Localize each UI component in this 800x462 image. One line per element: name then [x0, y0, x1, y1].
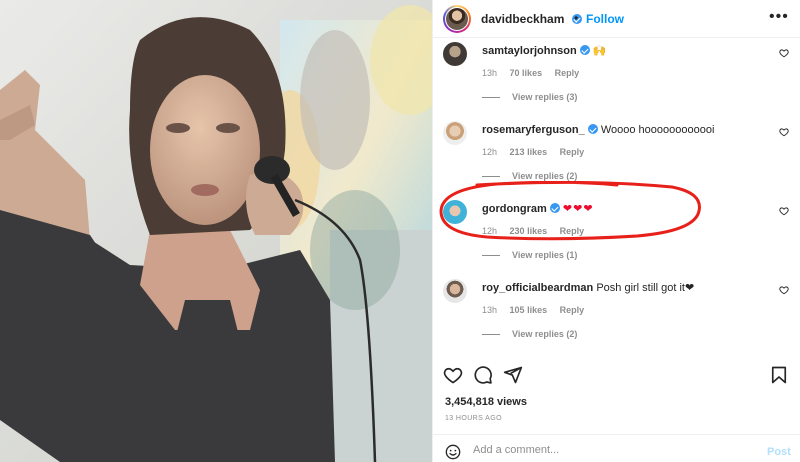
video-frame-image — [0, 0, 432, 462]
views-count[interactable]: 3,454,818 views — [445, 396, 527, 408]
more-horizontal-icon[interactable]: ••• — [769, 8, 789, 26]
view-replies-button[interactable]: View replies (1) — [482, 250, 577, 260]
commenter-avatar[interactable] — [443, 121, 467, 145]
comment-time: 12h — [482, 147, 498, 157]
comment-username[interactable]: gordongram — [482, 203, 547, 215]
comment-likes[interactable]: 105 likes — [510, 305, 548, 315]
comment-like-heart-icon[interactable] — [779, 127, 789, 137]
commenter-avatar[interactable] — [443, 200, 467, 224]
follow-button[interactable]: Follow — [586, 12, 624, 26]
comment-meta: 12h 213 likes Reply — [482, 147, 594, 157]
comment-reply-button[interactable]: Reply — [560, 305, 585, 315]
comment-like-heart-icon[interactable] — [779, 48, 789, 58]
commenter-avatar[interactable] — [443, 279, 467, 303]
view-replies-button[interactable]: View replies (2) — [482, 171, 577, 181]
post-comment-button[interactable]: Post — [767, 446, 791, 458]
comment-item: roy_officialbeardman Posh girl still got… — [433, 279, 800, 357]
header-separator: • — [574, 11, 579, 25]
comment-text-line: gordongram ❤❤❤ — [482, 202, 594, 216]
comment-item: samtaylorjohnson 🙌 13h 70 likes Reply Vi… — [433, 42, 800, 120]
comment-time: 13h — [482, 68, 498, 78]
comment-reply-button[interactable]: Reply — [560, 226, 585, 236]
share-icon[interactable] — [503, 365, 523, 385]
comment-item: rosemaryferguson_ Woooo hoooooooooooi 12… — [433, 121, 800, 199]
view-replies-text[interactable]: View replies (1) — [512, 250, 577, 260]
comment-icon[interactable] — [473, 365, 493, 385]
comment-username[interactable]: samtaylorjohnson — [482, 45, 577, 57]
post-header: davidbeckham • Follow ••• — [433, 0, 800, 38]
author-username-text[interactable]: davidbeckham — [481, 12, 564, 26]
add-comment-bar: Post — [433, 434, 800, 462]
add-comment-input[interactable] — [473, 441, 743, 459]
commenter-avatar[interactable] — [443, 42, 467, 66]
post-video[interactable] — [0, 0, 432, 462]
comment-body: ❤❤❤ — [562, 203, 594, 215]
verified-badge-icon — [549, 203, 560, 213]
verified-badge-icon — [587, 124, 598, 134]
bookmark-icon[interactable] — [769, 365, 789, 385]
comment-reply-button[interactable]: Reply — [555, 68, 580, 78]
comment-time: 13h — [482, 305, 498, 315]
heart-icon[interactable] — [443, 365, 463, 385]
comment-item: gordongram ❤❤❤ 12h 230 likes Reply View … — [433, 200, 800, 278]
comment-time: 12h — [482, 226, 498, 236]
view-replies-line — [482, 97, 500, 99]
comment-likes[interactable]: 70 likes — [510, 68, 543, 78]
view-replies-line — [482, 255, 500, 257]
comments-list[interactable]: samtaylorjohnson 🙌 13h 70 likes Reply Vi… — [433, 38, 800, 360]
comment-body: 🙌 — [592, 45, 607, 57]
post-side-panel: davidbeckham • Follow ••• samtaylorjohns… — [432, 0, 800, 462]
comment-body: Woooo hoooooooooooi — [600, 124, 715, 136]
author-avatar[interactable] — [443, 5, 471, 33]
comment-likes[interactable]: 213 likes — [510, 147, 548, 157]
view-replies-line — [482, 334, 500, 336]
emoji-smile-icon[interactable] — [445, 444, 461, 460]
comment-text-line: roy_officialbeardman Posh girl still got… — [482, 281, 694, 295]
comment-meta: 13h 105 likes Reply — [482, 305, 594, 315]
author-username[interactable]: davidbeckham — [481, 12, 582, 26]
comment-username[interactable]: roy_officialbeardman — [482, 282, 593, 294]
view-replies-text[interactable]: View replies (2) — [512, 171, 577, 181]
view-replies-text[interactable]: View replies (3) — [512, 92, 577, 102]
view-replies-text[interactable]: View replies (2) — [512, 329, 577, 339]
comment-like-heart-icon[interactable] — [779, 285, 789, 295]
view-replies-line — [482, 176, 500, 178]
verified-badge-icon — [579, 45, 590, 55]
comment-text-line: rosemaryferguson_ Woooo hoooooooooooi — [482, 123, 714, 137]
comment-username[interactable]: rosemaryferguson_ — [482, 124, 585, 136]
view-replies-button[interactable]: View replies (2) — [482, 329, 577, 339]
post-timestamp[interactable]: 13 HOURS AGO — [445, 415, 502, 422]
comment-body: Posh girl still got it❤ — [596, 282, 695, 294]
comment-meta: 13h 70 likes Reply — [482, 68, 589, 78]
comment-meta: 12h 230 likes Reply — [482, 226, 594, 236]
comment-text-line: samtaylorjohnson 🙌 — [482, 44, 607, 58]
post-action-bar — [433, 362, 800, 388]
view-replies-button[interactable]: View replies (3) — [482, 92, 577, 102]
comment-reply-button[interactable]: Reply — [560, 147, 585, 157]
comment-like-heart-icon[interactable] — [779, 206, 789, 216]
comment-likes[interactable]: 230 likes — [510, 226, 548, 236]
